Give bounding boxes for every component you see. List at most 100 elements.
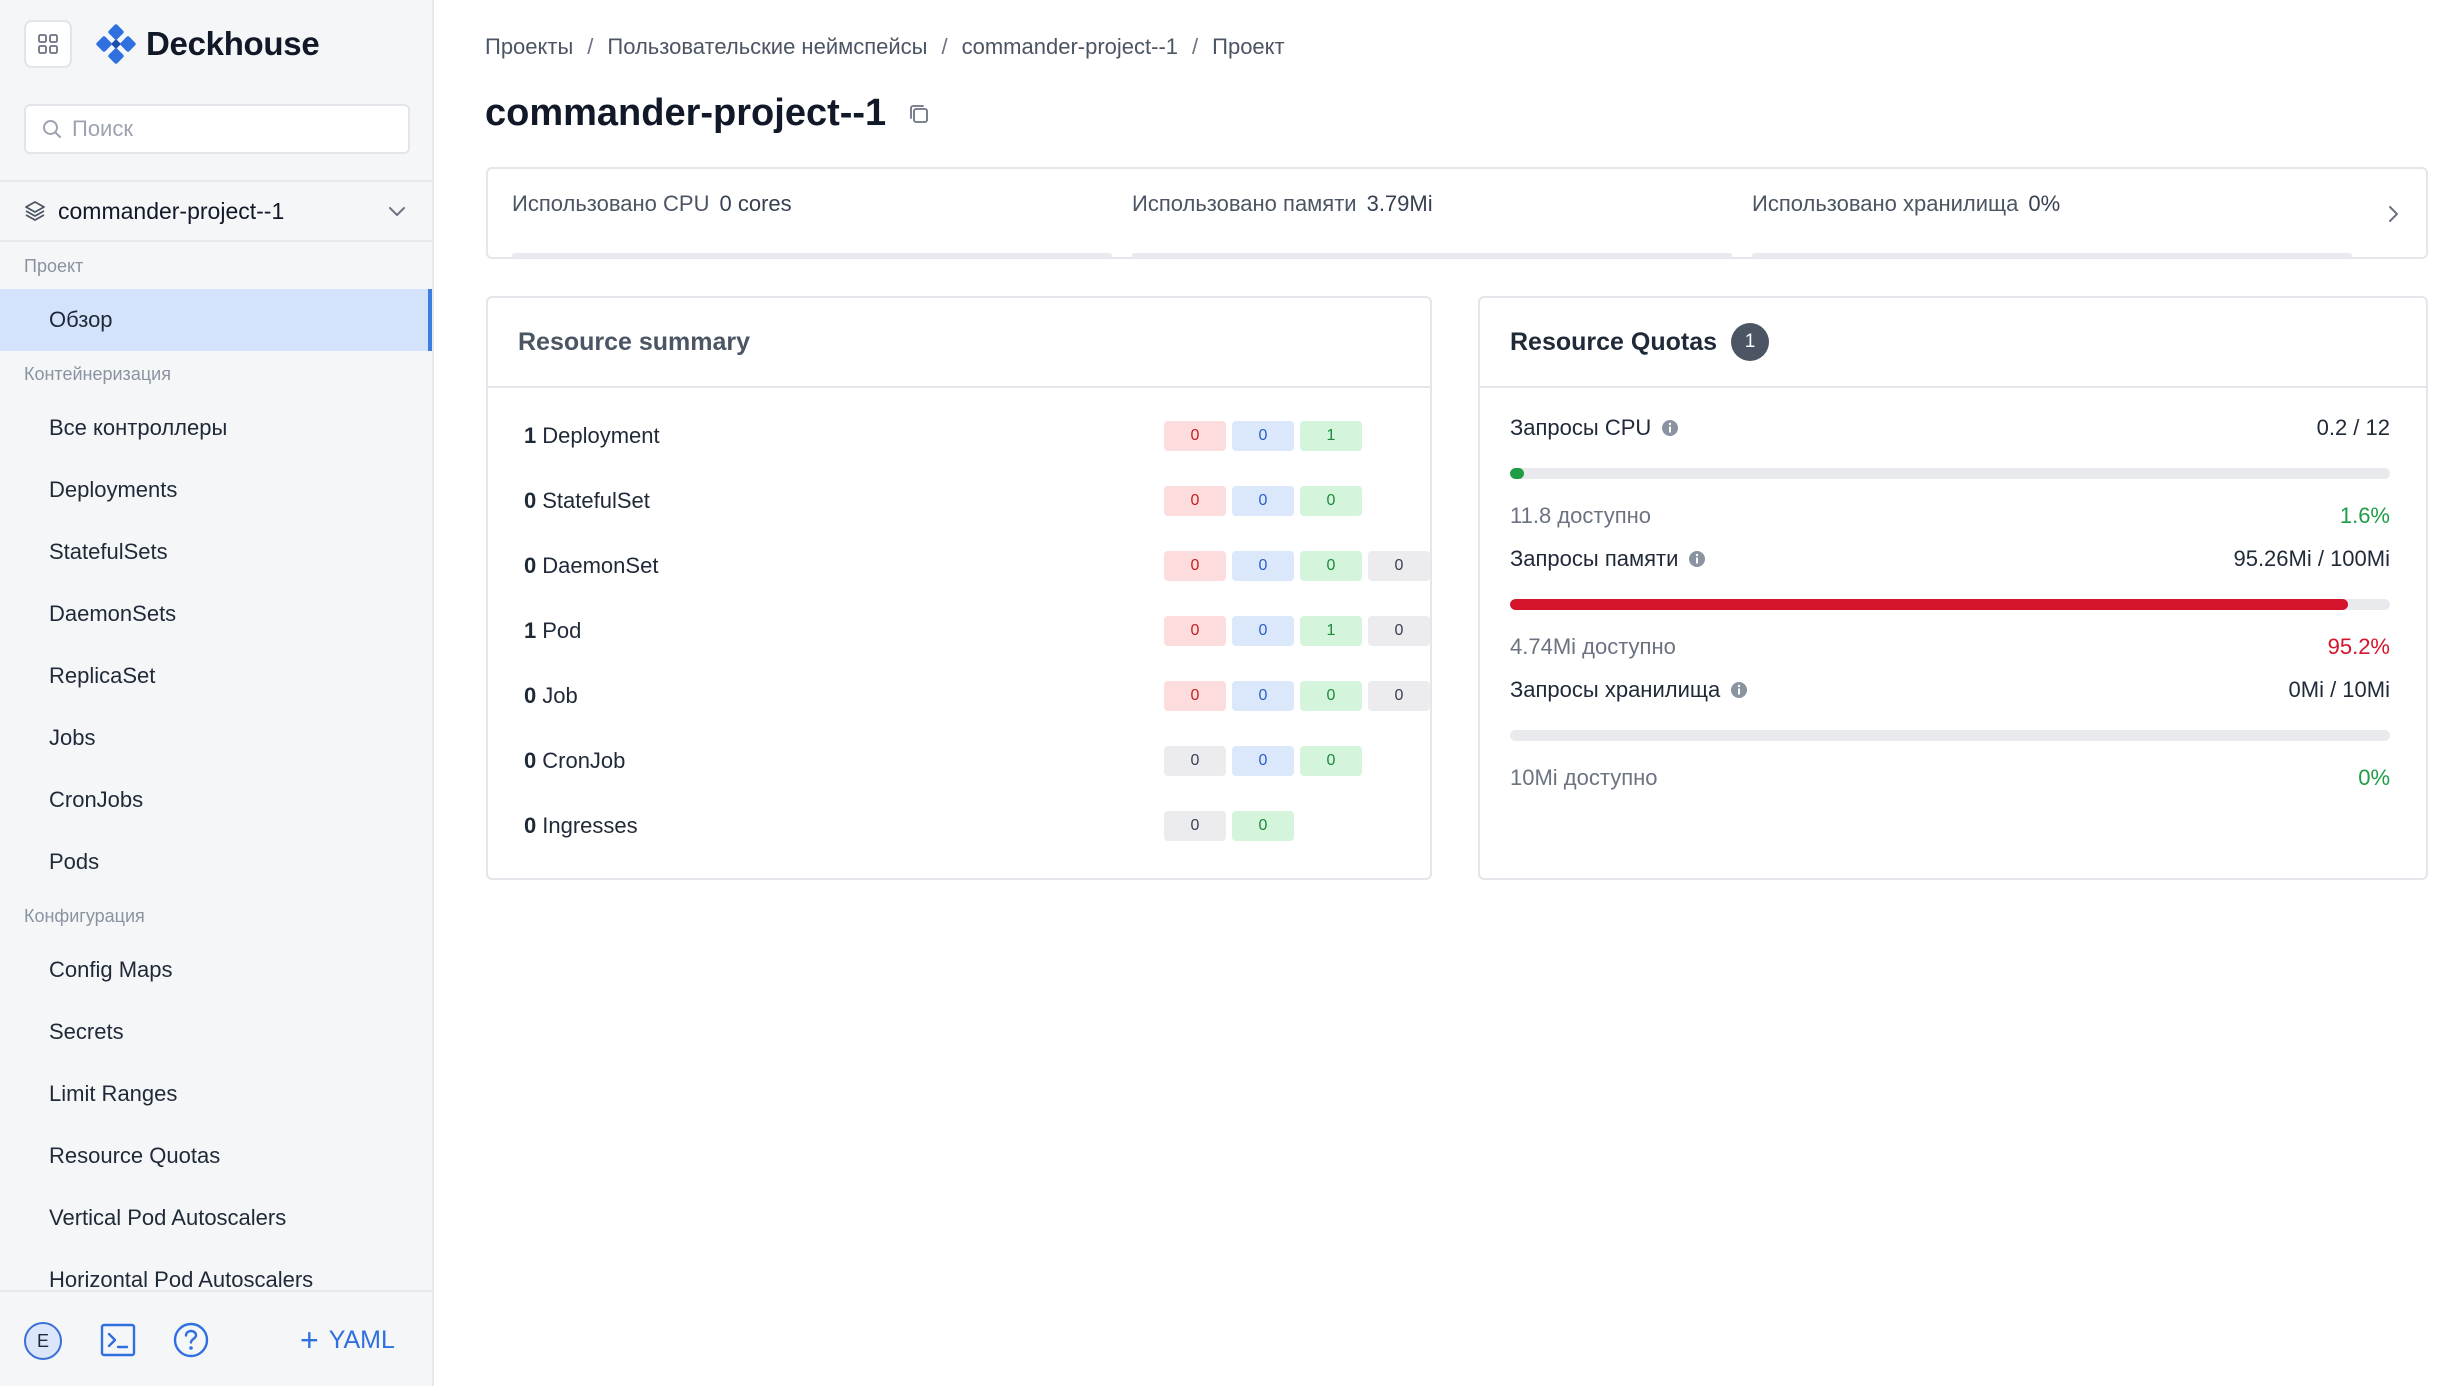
resource-row-label: 0 CronJob xyxy=(524,748,1104,774)
sidebar-item-replicaset[interactable]: ReplicaSet xyxy=(0,645,432,707)
grid-icon xyxy=(38,34,58,54)
sidebar-item-daemonsets[interactable]: DaemonSets xyxy=(0,583,432,645)
create-yaml-button[interactable]: + YAML xyxy=(300,1320,395,1360)
sidebar-item-cronjobs[interactable]: CronJobs xyxy=(0,769,432,831)
resource-count: 0 xyxy=(524,553,537,578)
resource-count: 1 xyxy=(524,423,537,448)
status-badge-green[interactable]: 0 xyxy=(1300,551,1362,581)
info-icon[interactable] xyxy=(1661,419,1679,437)
status-badge-green[interactable]: 0 xyxy=(1232,811,1294,841)
breadcrumb-item[interactable]: Пользовательские неймспейсы xyxy=(607,34,927,60)
resource-row-job[interactable]: 0 Job 0 0 0 0 xyxy=(524,676,1430,716)
info-icon[interactable] xyxy=(1688,550,1706,568)
resource-kind: StatefulSet xyxy=(542,488,650,513)
resource-row-label: 0 StatefulSet xyxy=(524,488,1104,514)
status-badge-gray[interactable]: 0 xyxy=(1368,681,1430,711)
quota-progress-track xyxy=(1510,468,2390,479)
sidebar-item-overview[interactable]: Обзор xyxy=(0,289,432,351)
breadcrumb-item[interactable]: Проекты xyxy=(485,34,573,60)
status-badge-blue[interactable]: 0 xyxy=(1232,746,1294,776)
usage-storage-track xyxy=(1752,253,2352,258)
resource-row-deployment[interactable]: 1 Deployment 0 0 1 xyxy=(524,416,1404,456)
user-avatar[interactable]: E xyxy=(24,1322,62,1360)
namespace-name: commander-project--1 xyxy=(58,197,285,224)
resource-row-statefulset[interactable]: 0 StatefulSet 0 0 0 xyxy=(524,481,1404,521)
resource-row-pod[interactable]: 1 Pod 0 0 1 0 xyxy=(524,611,1430,651)
status-badge-blue[interactable]: 0 xyxy=(1232,681,1294,711)
usage-memory-track xyxy=(1132,253,1732,258)
status-pills: 000 xyxy=(1164,746,1368,776)
status-badge-green[interactable]: 1 xyxy=(1300,421,1362,451)
status-pills: 001 xyxy=(1164,421,1368,451)
sidebar-item-pods[interactable]: Pods xyxy=(0,831,432,893)
chevron-right-icon[interactable] xyxy=(2386,203,2402,230)
status-badge-blue[interactable]: 0 xyxy=(1232,616,1294,646)
quota-storage: Запросы хранилища 0Mi / 10Mi 10Mi доступно… xyxy=(1510,674,2390,793)
sidebar-item-jobs[interactable]: Jobs xyxy=(0,707,432,769)
search-box[interactable] xyxy=(24,104,410,154)
status-badge-gray[interactable]: 0 xyxy=(1368,551,1430,581)
status-badge-green[interactable]: 0 xyxy=(1300,681,1362,711)
usage-storage: Использовано хранилища 0% xyxy=(1752,191,2352,258)
status-badge-blue[interactable]: 0 xyxy=(1232,551,1294,581)
quota-footer: 4.74Mi доступно 95.2% xyxy=(1510,632,2390,662)
copy-icon xyxy=(910,104,929,123)
resource-row-label: 0 Ingresses xyxy=(524,813,1104,839)
sidebar-item-deployments[interactable]: Deployments xyxy=(0,459,432,521)
quota-value: 95.26Mi / 100Mi xyxy=(2233,546,2390,571)
title-row: commander-project--1 xyxy=(485,92,930,135)
resource-summary-card: Resource summary 1 Deployment 0 0 1 0 Stateful… xyxy=(486,296,1432,880)
sidebar-item-limit-ranges[interactable]: Limit Ranges xyxy=(0,1063,432,1125)
breadcrumb-item[interactable]: commander-project--1 xyxy=(962,34,1178,60)
deckhouse-logo[interactable]: Deckhouse xyxy=(96,24,320,64)
search-input[interactable] xyxy=(72,116,392,142)
status-badge-red[interactable]: 0 xyxy=(1164,551,1226,581)
sidebar-item-all-controllers[interactable]: Все контроллеры xyxy=(0,397,432,459)
status-badge-red[interactable]: 0 xyxy=(1164,421,1226,451)
brand-name: Deckhouse xyxy=(146,25,320,62)
status-badge-red[interactable]: 0 xyxy=(1164,681,1226,711)
resource-row-daemonset[interactable]: 0 DaemonSet 0 0 0 0 xyxy=(524,546,1430,586)
usage-summary-bar[interactable]: Использовано CPU 0 cores Использовано пам… xyxy=(486,167,2428,259)
status-badge-red[interactable]: 0 xyxy=(1164,616,1226,646)
status-badge-green[interactable]: 1 xyxy=(1300,616,1362,646)
status-badge-green[interactable]: 0 xyxy=(1300,486,1362,516)
info-icon[interactable] xyxy=(1730,681,1748,699)
sidebar-footer: E + YAML xyxy=(0,1290,432,1386)
help-button[interactable] xyxy=(172,1321,210,1364)
sidebar-item-config-maps[interactable]: Config Maps xyxy=(0,939,432,1001)
sidebar-item-vertical-pod-autoscalers[interactable]: Vertical Pod Autoscalers xyxy=(0,1187,432,1249)
resource-summary-header: Resource summary xyxy=(488,298,1430,388)
quota-progress-track xyxy=(1510,730,2390,741)
namespace-selector[interactable]: commander-project--1 xyxy=(0,180,432,242)
terminal-button[interactable] xyxy=(100,1323,136,1362)
resource-row-label: 1 Pod xyxy=(524,618,1104,644)
resource-quotas-header: Resource Quotas 1 xyxy=(1480,298,2426,388)
quota-footer: 10Mi доступно 0% xyxy=(1510,763,2390,793)
resource-row-ingresses[interactable]: 0 Ingresses 0 0 xyxy=(524,806,1404,846)
quota-percent: 95.2% xyxy=(2327,634,2390,659)
breadcrumb: Проекты / Пользовательские неймспейсы / … xyxy=(485,34,1285,60)
usage-cpu-value: 0 cores xyxy=(719,191,792,216)
status-badge-red[interactable]: 0 xyxy=(1164,486,1226,516)
search-icon xyxy=(43,120,61,138)
status-badge-gray[interactable]: 0 xyxy=(1164,811,1226,841)
chevron-down-icon xyxy=(389,207,405,216)
layers-icon xyxy=(25,201,45,221)
sidebar-item-resource-quotas[interactable]: Resource Quotas xyxy=(0,1125,432,1187)
usage-storage-value: 0% xyxy=(2028,191,2061,216)
status-badge-blue[interactable]: 0 xyxy=(1232,421,1294,451)
resource-row-cronjob[interactable]: 0 CronJob 0 0 0 xyxy=(524,741,1404,781)
status-badge-gray[interactable]: 0 xyxy=(1368,616,1430,646)
resource-row-label: 1 Deployment xyxy=(524,423,1104,449)
quota-label: Запросы CPU xyxy=(1510,415,1652,440)
sidebar-item-secrets[interactable]: Secrets xyxy=(0,1001,432,1063)
usage-memory-label: Использовано памяти xyxy=(1132,191,1357,216)
status-pills: 0000 xyxy=(1164,551,1436,581)
status-badge-gray[interactable]: 0 xyxy=(1164,746,1226,776)
status-badge-blue[interactable]: 0 xyxy=(1232,486,1294,516)
apps-menu-button[interactable] xyxy=(24,20,72,68)
sidebar-item-statefulsets[interactable]: StatefulSets xyxy=(0,521,432,583)
status-badge-green[interactable]: 0 xyxy=(1300,746,1362,776)
copy-button[interactable] xyxy=(908,103,930,125)
